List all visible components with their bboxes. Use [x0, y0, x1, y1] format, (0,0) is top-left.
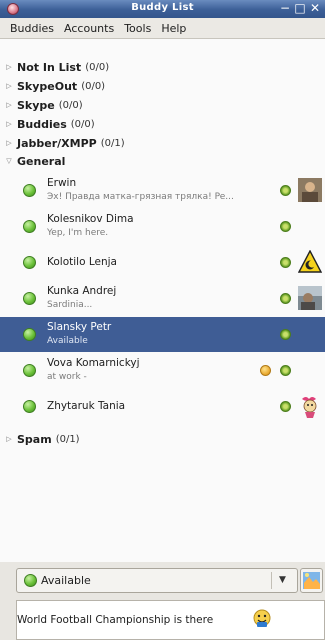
buddy-icon-button[interactable]: [300, 568, 323, 593]
smiley-emote-icon: [260, 365, 271, 376]
status-message-text: World Football Championship is there: [17, 614, 214, 626]
window-title: Buddy List: [131, 2, 194, 13]
menu-buddies[interactable]: Buddies: [6, 20, 58, 37]
menu-tools[interactable]: Tools: [120, 20, 155, 37]
icq-protocol-icon: [280, 185, 291, 196]
buddy-row-kunka-andrej[interactable]: Kunka Andrej Sardinia...: [0, 281, 325, 316]
buddy-row-zhytaruk-tania[interactable]: Zhytaruk Tania: [0, 389, 325, 424]
menu-accounts[interactable]: Accounts: [60, 20, 118, 37]
menu-help[interactable]: Help: [157, 20, 190, 37]
close-button[interactable]: ✕: [308, 1, 322, 16]
icq-protocol-icon: [280, 257, 291, 268]
buddy-row-vova-komarnickyj[interactable]: Vova Komarnickyj at work -: [0, 353, 325, 388]
buddy-photo-icon: [298, 286, 322, 310]
expander-collapsed-icon[interactable]: ▷: [4, 139, 14, 147]
buddy-row-erwin[interactable]: Erwin Эх! Правда матка-грязная трялка! P…: [0, 173, 325, 208]
group-count: (0/1): [55, 433, 80, 445]
buddy-row-slansky-petr[interactable]: Slansky Petr Available: [0, 317, 325, 352]
group-not-in-list[interactable]: ▷ Not In List (0/0): [0, 59, 325, 75]
group-name: Not In List: [17, 60, 82, 74]
group-name: Skype: [17, 98, 55, 112]
title-bar[interactable]: Buddy List − □ ✕: [0, 0, 325, 18]
minimize-button[interactable]: −: [278, 1, 292, 16]
status-selector[interactable]: Available ▼: [16, 568, 298, 593]
expander-collapsed-icon[interactable]: ▷: [4, 63, 14, 71]
dropdown-arrow-icon[interactable]: ▼: [279, 575, 286, 585]
group-name: SkypeOut: [17, 79, 78, 93]
available-status-icon: [23, 292, 36, 305]
expander-collapsed-icon[interactable]: ▷: [4, 82, 14, 90]
buddy-status-message: Available: [47, 336, 88, 346]
buddy-name: Erwin: [47, 177, 77, 189]
buddy-row-kolotilo-lenja[interactable]: Kolotilo Lenja: [0, 245, 325, 280]
avatar-icon: [303, 572, 320, 589]
dropdown-separator: [271, 572, 272, 589]
buddy-name: Zhytaruk Tania: [47, 400, 126, 412]
maximize-button[interactable]: □: [293, 1, 307, 16]
icq-protocol-icon: [280, 401, 291, 412]
group-spam[interactable]: ▷ Spam (0/1): [0, 431, 325, 447]
group-jabber-xmpp[interactable]: ▷ Jabber/XMPP (0/1): [0, 135, 325, 151]
menu-bar: Buddies Accounts Tools Help: [0, 18, 325, 38]
buddy-list[interactable]: ▷ Not In List (0/0) ▷ SkypeOut (0/0) ▷ S…: [0, 38, 325, 562]
available-status-icon: [23, 220, 36, 233]
buddy-status-message: Эх! Правда матка-грязная трялка! Pe...: [47, 192, 234, 202]
available-status-icon: [23, 256, 36, 269]
group-name: Spam: [17, 432, 52, 446]
group-buddies[interactable]: ▷ Buddies (0/0): [0, 116, 325, 132]
available-status-icon: [24, 574, 37, 587]
cartoon-character-icon: [302, 397, 317, 418]
buddy-photo-icon: [298, 178, 322, 202]
group-count: (0/0): [70, 118, 95, 130]
group-skype[interactable]: ▷ Skype (0/0): [0, 97, 325, 113]
available-status-icon: [23, 400, 36, 413]
buddy-row-kolesnikov-dima[interactable]: Kolesnikov Dima Yep, I'm here.: [0, 209, 325, 244]
group-count: (0/0): [58, 99, 83, 111]
mood-emoticon-icon: [253, 609, 271, 627]
group-name: Jabber/XMPP: [17, 136, 97, 150]
group-name: General: [17, 154, 66, 168]
icq-protocol-icon: [280, 365, 291, 376]
buddy-name: Kunka Andrej: [47, 285, 117, 297]
icq-protocol-icon: [280, 221, 291, 232]
available-status-icon: [23, 184, 36, 197]
warning-moon-icon: [298, 250, 322, 273]
buddy-status-message: at work -: [47, 372, 87, 382]
status-message-box[interactable]: World Football Championship is there: [16, 600, 325, 640]
status-label: Available: [41, 574, 91, 587]
group-count: (0/0): [81, 80, 106, 92]
icq-protocol-icon: [280, 329, 291, 340]
available-status-icon: [23, 364, 36, 377]
icq-protocol-icon: [280, 293, 291, 304]
expander-collapsed-icon[interactable]: ▷: [4, 101, 14, 109]
buddy-name: Kolesnikov Dima: [47, 213, 134, 225]
buddy-status-message: Yep, I'm here.: [47, 228, 109, 238]
group-name: Buddies: [17, 117, 67, 131]
buddy-name: Kolotilo Lenja: [47, 256, 117, 268]
expander-collapsed-icon[interactable]: ▷: [4, 435, 14, 443]
group-count: (0/1): [100, 137, 125, 149]
expander-collapsed-icon[interactable]: ▷: [4, 120, 14, 128]
buddy-name: Slansky Petr: [47, 321, 112, 333]
group-skypeout[interactable]: ▷ SkypeOut (0/0): [0, 78, 325, 94]
available-status-icon: [23, 328, 36, 341]
buddy-name: Vova Komarnickyj: [47, 357, 140, 369]
buddy-status-message: Sardinia...: [47, 300, 93, 310]
expander-expanded-icon[interactable]: ▽: [4, 157, 14, 165]
group-general[interactable]: ▽ General: [0, 153, 325, 169]
group-count: (0/0): [85, 61, 110, 73]
